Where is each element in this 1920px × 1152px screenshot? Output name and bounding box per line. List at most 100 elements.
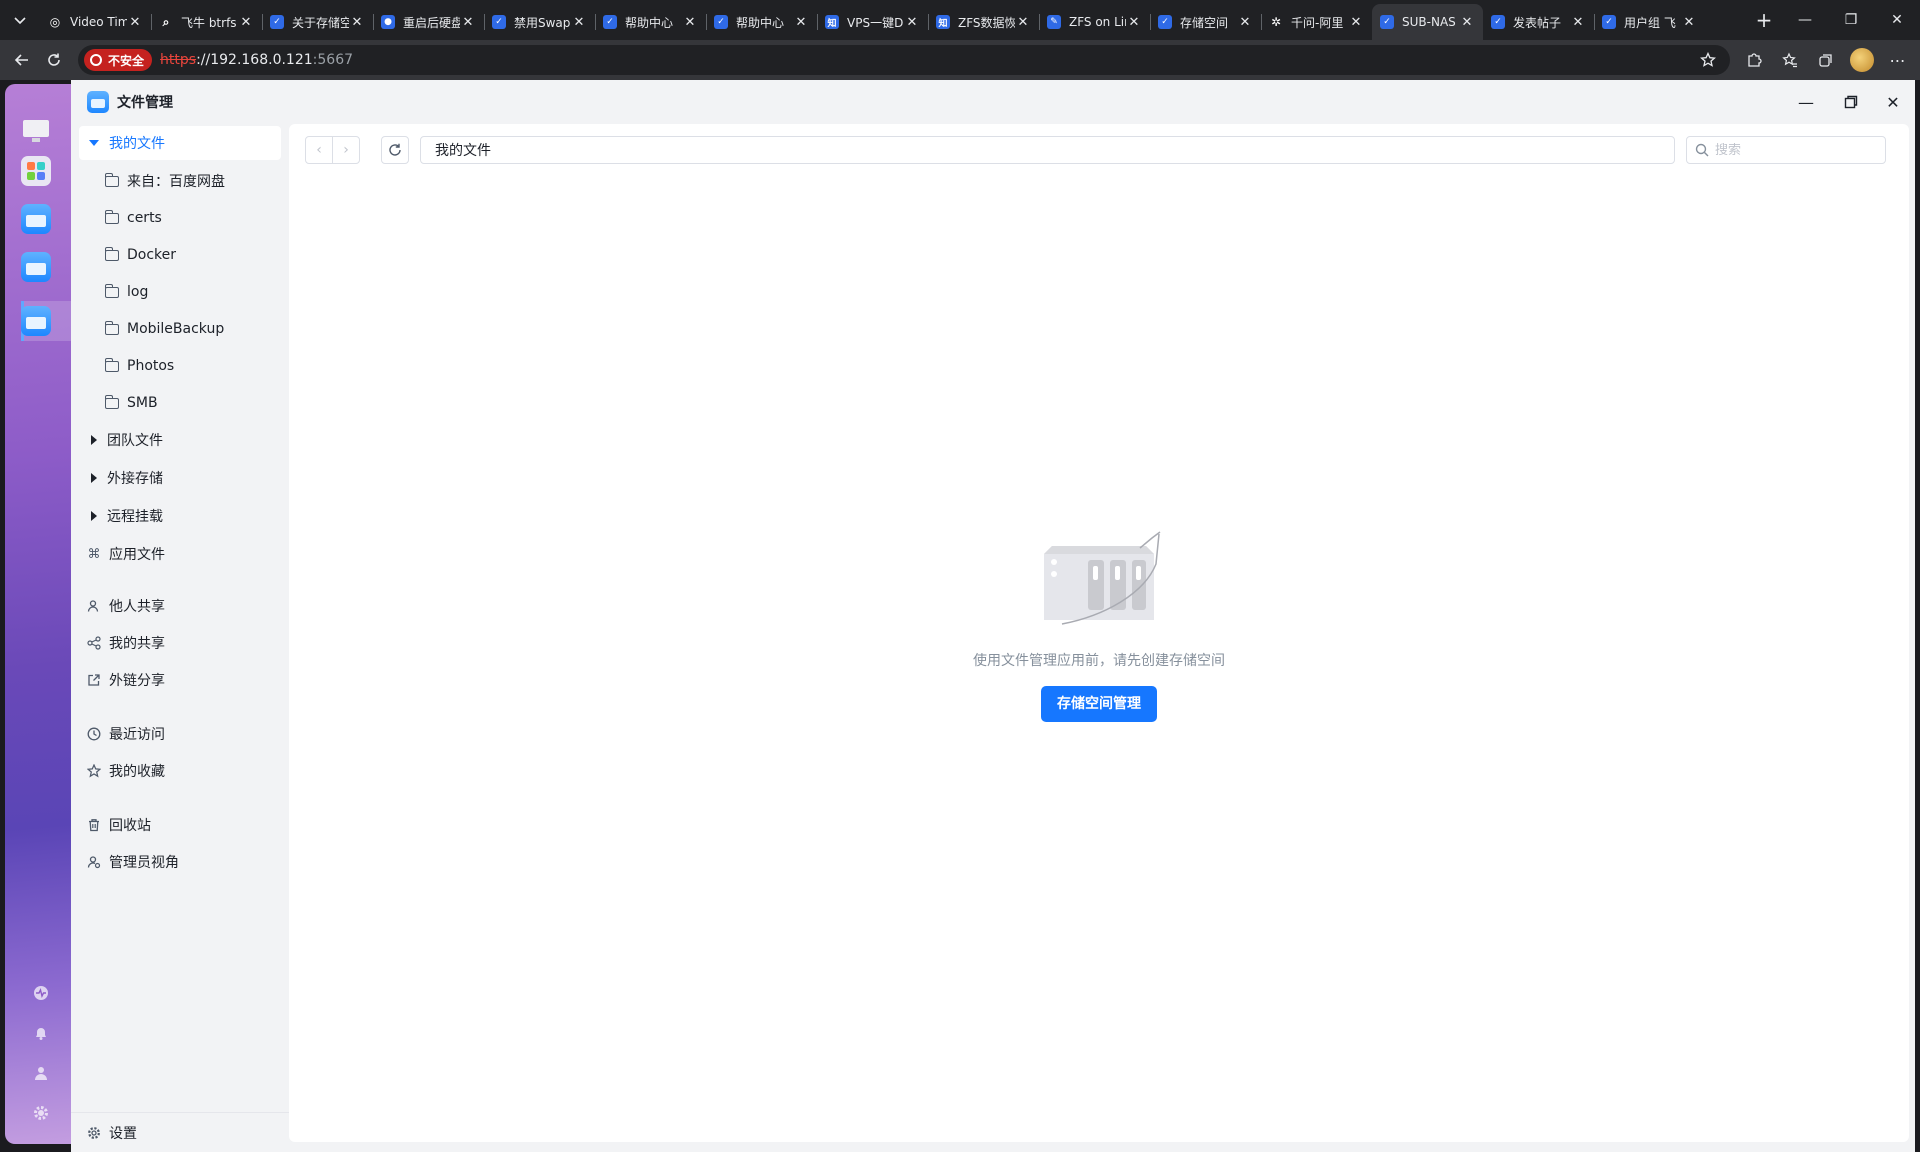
close-tab-icon[interactable]: ✕ xyxy=(1348,15,1364,30)
external-link-icon xyxy=(87,673,101,687)
close-tab-icon[interactable]: ✕ xyxy=(1126,15,1142,30)
settings-button[interactable]: 设置 xyxy=(71,1112,289,1152)
refresh-button[interactable] xyxy=(381,136,409,164)
collections-button[interactable] xyxy=(1810,44,1842,76)
bell-icon[interactable] xyxy=(32,1024,50,1042)
close-tab-icon[interactable]: ✕ xyxy=(1459,15,1475,30)
profile-button[interactable] xyxy=(1846,44,1878,76)
browser-tab[interactable]: ✓ 帮助中心 ✕ xyxy=(595,4,706,40)
new-tab-button[interactable]: + xyxy=(1746,2,1782,38)
nav-forward-button[interactable]: › xyxy=(332,137,359,163)
manage-storage-button[interactable]: 存储空间管理 xyxy=(1041,686,1157,722)
browser-tab[interactable]: ⌕ 飞牛 btrfs ✕ xyxy=(151,4,262,40)
restore-button[interactable]: ❐ xyxy=(1828,0,1874,40)
browser-tab[interactable]: ✎ ZFS on Lin ✕ xyxy=(1039,4,1150,40)
bookmark-star-button[interactable] xyxy=(1692,44,1724,76)
browser-tab[interactable]: ✓ 禁用Swap ✕ xyxy=(484,4,595,40)
path-bar[interactable]: 我的文件 xyxy=(420,136,1675,164)
folder-icon xyxy=(104,172,119,187)
address-bar[interactable]: 不安全 https://192.168.0.121:5667 xyxy=(78,45,1730,75)
folder-item[interactable]: MobileBackup xyxy=(79,312,281,346)
close-tab-icon[interactable]: ✕ xyxy=(682,15,698,30)
nav-app-files[interactable]: ⌘ 应用文件 xyxy=(79,537,281,571)
close-tab-icon[interactable]: ✕ xyxy=(793,15,809,30)
folder-label: Docker xyxy=(127,247,177,263)
folder-icon xyxy=(104,394,119,409)
browser-tab[interactable]: ✓ 帮助中心 ✕ xyxy=(706,4,817,40)
close-tab-icon[interactable]: ✕ xyxy=(571,15,587,30)
browser-tab[interactable]: ✓ 发表帖子 ✕ xyxy=(1483,4,1594,40)
close-tab-icon[interactable]: ✕ xyxy=(238,15,254,30)
tab-title: ZFS on Lin xyxy=(1069,15,1126,29)
search-input[interactable] xyxy=(1715,142,1875,158)
browser-menu-button[interactable]: ⋯ xyxy=(1882,44,1914,76)
fnos-icon: ✓ xyxy=(714,15,728,29)
nav-team-files[interactable]: 团队文件 xyxy=(79,423,281,457)
user-icon[interactable] xyxy=(32,1064,50,1082)
nav-my-files[interactable]: 我的文件 xyxy=(79,126,281,160)
file-manager-dock-icon-2[interactable] xyxy=(21,252,51,282)
path-text: 我的文件 xyxy=(435,143,491,159)
nav-label: 远程挂载 xyxy=(107,509,163,525)
close-tab-icon[interactable]: ✕ xyxy=(1681,15,1697,30)
app-minimize-button[interactable]: — xyxy=(1784,80,1828,124)
close-window-button[interactable]: ✕ xyxy=(1874,0,1920,40)
close-tab-icon[interactable]: ✕ xyxy=(904,15,920,30)
folder-item[interactable]: Docker xyxy=(79,238,281,272)
browser-tab[interactable]: ◎ Video Tim ✕ xyxy=(40,4,151,40)
nav-link-shares[interactable]: 外链分享 xyxy=(79,663,281,697)
file-manager-dock-icon-3[interactable] xyxy=(21,306,51,336)
activity-icon[interactable] xyxy=(32,984,50,1002)
browser-tab[interactable]: 知 VPS一键D ✕ xyxy=(817,4,928,40)
nav-my-shares[interactable]: 我的共享 xyxy=(79,626,281,660)
reload-button[interactable] xyxy=(38,44,70,76)
browser-tab[interactable]: ✓ 存储空间 ✕ xyxy=(1150,4,1261,40)
window-controls: — ❐ ✕ xyxy=(1782,0,1920,40)
gear-icon[interactable] xyxy=(32,1104,50,1122)
folder-item[interactable]: log xyxy=(79,275,281,309)
desktop-icon[interactable] xyxy=(21,116,51,146)
app-center-icon[interactable] xyxy=(21,156,51,186)
browser-tab[interactable]: ✓ SUB-NAS ✕ xyxy=(1372,4,1483,40)
app-close-button[interactable]: ✕ xyxy=(1871,80,1915,124)
close-tab-icon[interactable]: ✕ xyxy=(1570,15,1586,30)
nav-back-button[interactable]: ‹ xyxy=(306,137,332,163)
minimize-button[interactable]: — xyxy=(1782,0,1828,40)
favorites-button[interactable] xyxy=(1774,44,1806,76)
url-scheme: https xyxy=(160,52,197,68)
tab-search-button[interactable] xyxy=(0,0,40,40)
close-tab-icon[interactable]: ✕ xyxy=(349,15,365,30)
nav-external-storage[interactable]: 外接存储 xyxy=(79,461,281,495)
browser-tab[interactable]: 知 ZFS数据恢 ✕ xyxy=(928,4,1039,40)
close-tab-icon[interactable]: ✕ xyxy=(460,15,476,30)
tab-title: 关于存储空 xyxy=(292,15,349,30)
not-secure-badge[interactable]: 不安全 xyxy=(84,49,153,71)
close-tab-icon[interactable]: ✕ xyxy=(127,15,143,30)
url-text[interactable]: https://192.168.0.121:5667 xyxy=(160,52,353,68)
nav-shared-with-me[interactable]: 他人共享 xyxy=(79,589,281,623)
folder-item[interactable]: certs xyxy=(79,201,281,235)
close-tab-icon[interactable]: ✕ xyxy=(1015,15,1031,30)
nav-remote-mount[interactable]: 远程挂载 xyxy=(79,499,281,533)
nav-admin-view[interactable]: 管理员视角 xyxy=(79,845,281,879)
back-button[interactable] xyxy=(6,44,38,76)
browser-tab[interactable]: ✓ 关于存储空 ✕ xyxy=(262,4,373,40)
nav-favorites[interactable]: 我的收藏 xyxy=(79,754,281,788)
extensions-button[interactable] xyxy=(1738,44,1770,76)
file-manager-dock-icon-1[interactable] xyxy=(21,204,51,234)
zhihu-icon: 知 xyxy=(936,15,950,29)
browser-tab[interactable]: ✲ 千问-阿里 ✕ xyxy=(1261,4,1372,40)
nav-recycle-bin[interactable]: 回收站 xyxy=(79,808,281,842)
folder-item[interactable]: Photos xyxy=(79,349,281,383)
close-tab-icon[interactable]: ✕ xyxy=(1237,15,1253,30)
folder-item[interactable]: 来自：百度网盘 xyxy=(79,164,281,198)
app-maximize-button[interactable] xyxy=(1829,80,1873,124)
browser-tab[interactable]: ● 重启后硬盘 ✕ xyxy=(373,4,484,40)
more-icon: ⋯ xyxy=(1889,50,1907,70)
nav-recent[interactable]: 最近访问 xyxy=(79,717,281,751)
browser-tab[interactable]: ✓ 用户组 飞 ✕ xyxy=(1594,4,1705,40)
search-box[interactable] xyxy=(1686,136,1886,164)
person-share-icon xyxy=(87,599,101,613)
folder-item[interactable]: SMB xyxy=(79,386,281,420)
empty-state: 使用文件管理应用前，请先创建存储空间 存储空间管理 xyxy=(289,524,1909,722)
